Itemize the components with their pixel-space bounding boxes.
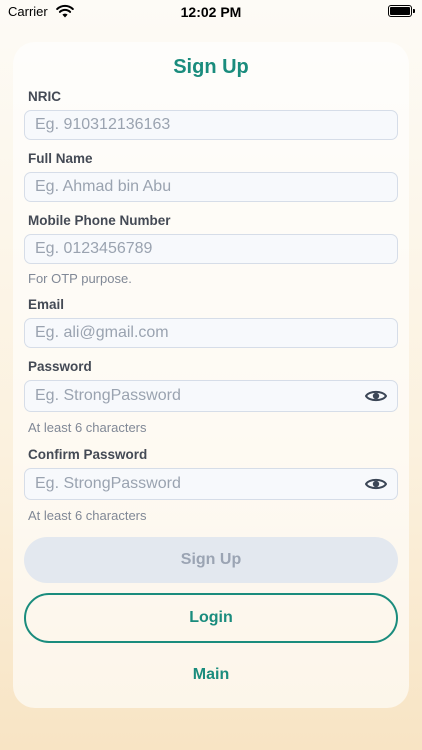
mobile-hint: For OTP purpose. (28, 271, 132, 286)
battery-icon (388, 5, 415, 17)
page-title: Sign Up (173, 56, 249, 78)
main-link[interactable]: Main (13, 666, 409, 684)
password-field[interactable] (24, 380, 398, 412)
confirm-password-field[interactable] (24, 468, 398, 500)
signup-button[interactable]: Sign Up (24, 537, 398, 583)
eye-icon[interactable] (365, 388, 387, 404)
email-label: Email (28, 297, 65, 312)
clock: 12:02 PM (180, 4, 242, 20)
password-hint: At least 6 characters (28, 420, 147, 435)
full-name-label: Full Name (28, 151, 93, 166)
nric-label: NRIC (28, 89, 61, 104)
full-name-field[interactable] (24, 172, 398, 202)
eye-icon[interactable] (365, 476, 387, 492)
password-input[interactable] (25, 381, 397, 411)
mobile-field[interactable] (24, 234, 398, 264)
confirm-password-hint: At least 6 characters (28, 508, 147, 523)
signup-card: Sign Up NRIC Full Name Mobile Phone Numb… (13, 42, 409, 708)
nric-input[interactable] (25, 111, 397, 139)
status-bar: Carrier 12:02 PM (0, 0, 422, 24)
confirm-password-label: Confirm Password (28, 447, 148, 462)
mobile-label: Mobile Phone Number (28, 213, 171, 228)
password-label: Password (28, 359, 92, 374)
mobile-input[interactable] (25, 235, 397, 263)
login-button[interactable]: Login (24, 593, 398, 643)
confirm-password-input[interactable] (25, 469, 397, 499)
email-input[interactable] (25, 319, 397, 347)
nric-field[interactable] (24, 110, 398, 140)
full-name-input[interactable] (25, 173, 397, 201)
email-field[interactable] (24, 318, 398, 348)
